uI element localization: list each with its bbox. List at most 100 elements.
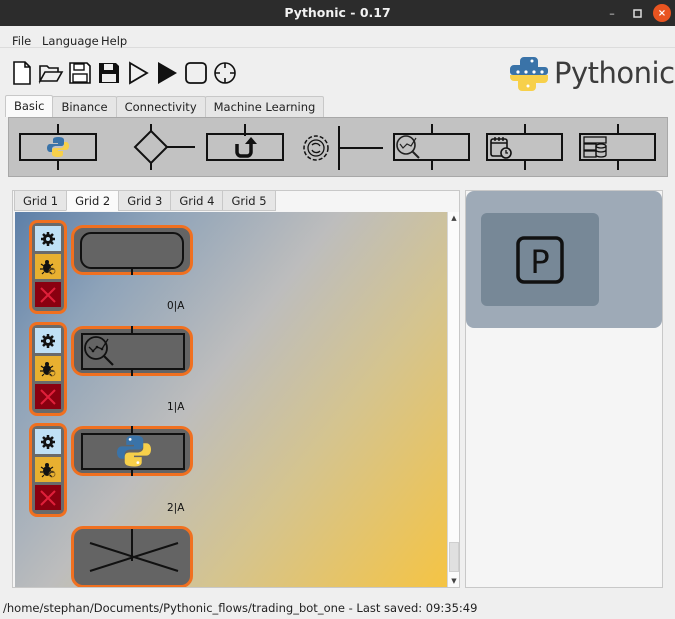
gear-icon	[41, 434, 55, 449]
start-debug-icon	[128, 61, 149, 85]
palette-calendar-element[interactable]	[486, 124, 564, 170]
chart-magnifier-icon	[84, 336, 114, 366]
tab-grid-4[interactable]: Grid 4	[170, 191, 224, 211]
palette-stack-element[interactable]	[579, 124, 657, 170]
scroll-up-arrow-icon[interactable]: ▲	[448, 212, 460, 224]
start-debug-button[interactable]	[124, 58, 151, 88]
config-button[interactable]	[35, 226, 61, 251]
menu-help[interactable]: Help	[101, 34, 127, 48]
gear-cycle-icon	[303, 126, 383, 170]
start-icon	[157, 62, 177, 84]
tab-basic[interactable]: Basic	[5, 95, 54, 117]
grid-panel: Grid 1 Grid 2 Grid 3 Grid 4 Grid 5 0|A 1…	[12, 190, 460, 588]
tab-grid-1[interactable]: Grid 1	[14, 191, 68, 211]
tab-binance[interactable]: Binance	[52, 96, 117, 117]
bug-icon	[40, 462, 56, 477]
element-controls	[29, 220, 67, 314]
delete-x-icon	[40, 286, 56, 303]
chart-magnifier-icon	[396, 135, 420, 159]
brand-name: Pythonic	[554, 56, 675, 90]
return-arrow-icon	[235, 137, 257, 158]
scroll-thumb[interactable]	[449, 542, 459, 572]
save-as-icon	[98, 63, 119, 83]
join-lines-icon	[89, 529, 179, 572]
element-palette	[8, 117, 668, 177]
palette-process-element[interactable]	[301, 124, 386, 170]
process-card[interactable]: P	[481, 213, 599, 306]
grid-canvas[interactable]: 0|A 1|A 2|A	[15, 212, 447, 587]
right-panel: P	[465, 190, 663, 588]
maximize-button[interactable]	[628, 4, 646, 22]
start-button[interactable]	[153, 58, 180, 88]
close-icon: ×	[657, 7, 667, 19]
tab-machine-learning[interactable]: Machine Learning	[204, 96, 325, 117]
stop-button[interactable]	[182, 58, 209, 88]
tab-connectivity[interactable]: Connectivity	[115, 96, 206, 117]
grid-tabs: Grid 1 Grid 2 Grid 3 Grid 4 Grid 5	[14, 191, 276, 211]
palette-branch-element[interactable]	[133, 124, 198, 170]
node-position-label: 2|A	[167, 502, 185, 514]
delete-x-icon	[40, 388, 56, 405]
config-button[interactable]	[35, 328, 61, 353]
parking-p-icon: P	[516, 235, 564, 284]
gear-icon	[41, 231, 55, 246]
scroll-down-arrow-icon[interactable]: ▼	[448, 575, 460, 587]
open-folder-icon	[38, 65, 63, 85]
process-overview: P	[466, 191, 662, 328]
database-stack-icon	[583, 136, 607, 158]
crosshair-icon	[213, 62, 236, 84]
debug-button[interactable]	[35, 356, 61, 381]
window-title: Pythonic - 0.17	[284, 5, 391, 20]
delete-button[interactable]	[35, 282, 61, 307]
tab-grid-3[interactable]: Grid 3	[118, 191, 172, 211]
menu-file[interactable]: File	[12, 34, 31, 48]
maximize-icon	[632, 8, 642, 18]
grid-node-join[interactable]	[71, 526, 193, 587]
grid-node-scheduler[interactable]	[71, 326, 193, 376]
pythonic-logo-icon	[510, 57, 548, 91]
main-toolbar	[8, 58, 238, 90]
delete-button[interactable]	[35, 485, 61, 510]
python-logo-icon	[117, 435, 151, 467]
grid-node-python[interactable]	[71, 426, 193, 476]
diamond-icon	[133, 124, 195, 170]
element-tabs: Basic Binance Connectivity Machine Learn…	[5, 95, 325, 117]
palette-return-element[interactable]	[206, 124, 286, 170]
new-button[interactable]	[8, 58, 35, 88]
open-button[interactable]	[37, 58, 64, 88]
debug-button[interactable]	[35, 457, 61, 482]
target-button[interactable]	[211, 58, 238, 88]
bug-icon	[40, 259, 56, 274]
grid-scrollbar[interactable]: ▲ ▼	[447, 212, 459, 587]
palette-python-element[interactable]	[19, 124, 99, 170]
palette-scheduler-element[interactable]	[393, 124, 471, 170]
brand-logo: Pythonic	[508, 55, 675, 91]
menu-language[interactable]: Language	[42, 34, 99, 48]
calendar-clock-icon	[490, 137, 512, 159]
menu-bar: File Language Help	[0, 26, 675, 48]
save-button[interactable]	[66, 58, 93, 88]
minimize-icon: –	[609, 6, 615, 20]
tab-grid-5[interactable]: Grid 5	[222, 191, 276, 211]
gear-icon	[41, 333, 55, 348]
node-position-label: 0|A	[167, 300, 185, 312]
delete-x-icon	[40, 489, 56, 506]
title-bar: Pythonic - 0.17 – ×	[0, 0, 675, 26]
debug-button[interactable]	[35, 254, 61, 279]
delete-button[interactable]	[35, 384, 61, 409]
save-icon	[68, 62, 91, 84]
bug-icon	[40, 361, 56, 376]
minimize-button[interactable]: –	[603, 4, 621, 22]
grid-node-start[interactable]	[71, 225, 193, 275]
tab-grid-2[interactable]: Grid 2	[66, 191, 120, 211]
element-controls	[29, 322, 67, 416]
config-button[interactable]	[35, 429, 61, 454]
status-bar-text: /home/stephan/Documents/Pythonic_flows/t…	[3, 601, 478, 615]
python-logo-icon	[47, 137, 69, 157]
node-position-label: 1|A	[167, 401, 185, 413]
save-as-button[interactable]	[95, 58, 122, 88]
p-glyph: P	[530, 243, 549, 281]
new-file-icon	[12, 61, 31, 85]
close-button[interactable]: ×	[653, 4, 671, 22]
element-controls	[29, 423, 67, 517]
